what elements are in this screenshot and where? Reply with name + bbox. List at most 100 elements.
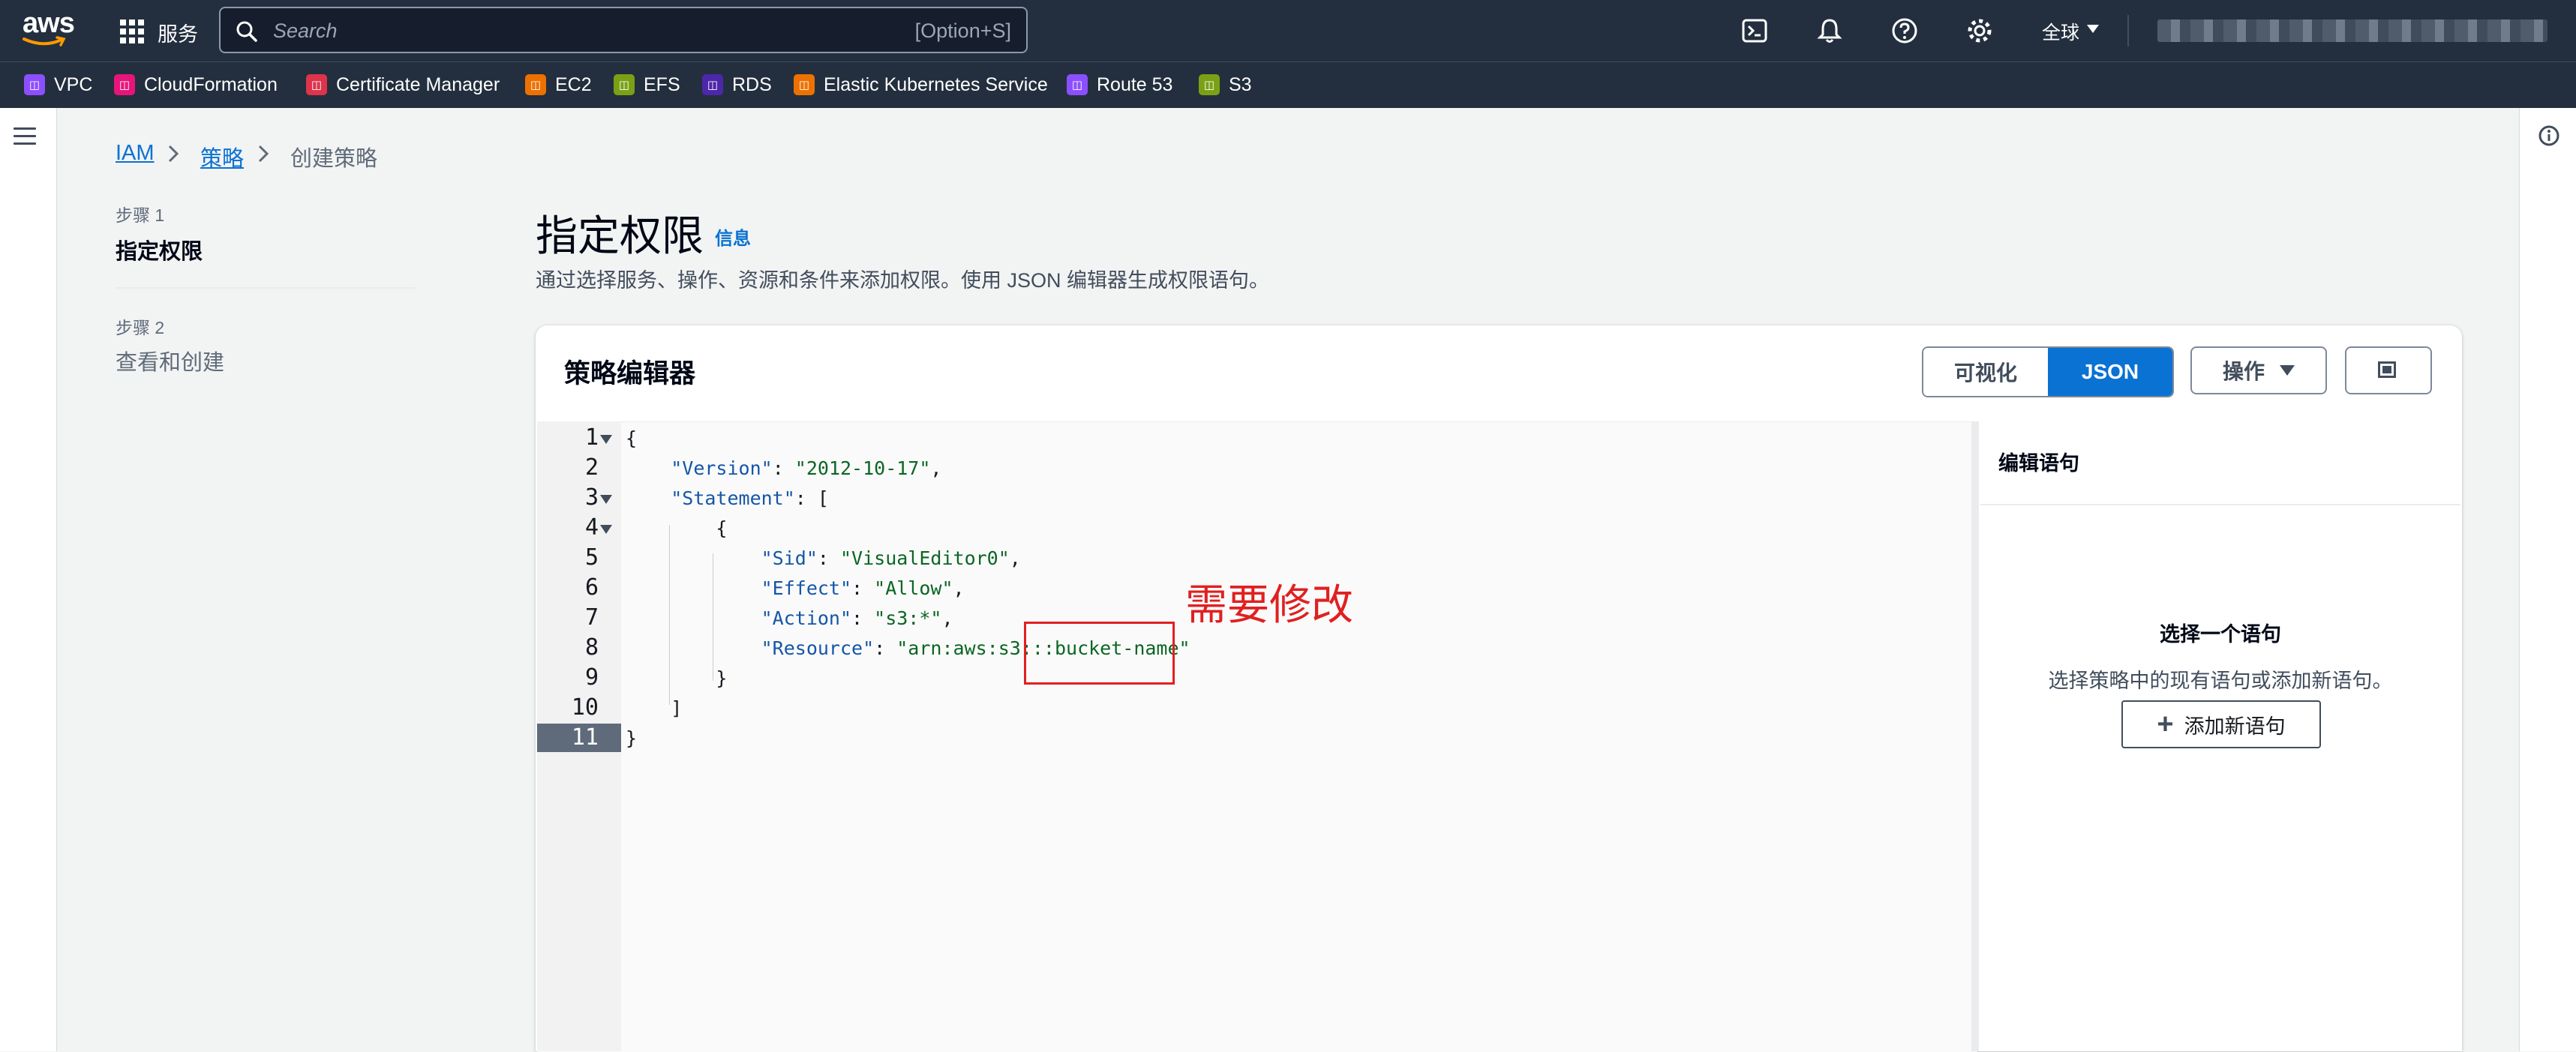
service-icon: ◫ [614,74,635,95]
favorite-label: CloudFormation [144,73,278,95]
page-description: 通过选择服务、操作、资源和条件来添加权限。使用 JSON 编辑器生成权限语句。 [536,269,1270,292]
service-icon: ◫ [525,74,546,95]
panel-split-handle[interactable] [1971,421,1979,1051]
chevron-down-icon [2087,25,2099,33]
fullscreen-icon [2378,361,2396,378]
step-1-number: 步骤 1 [116,205,165,225]
breadcrumb-policies[interactable]: 策略 [200,141,244,172]
help-icon[interactable] [1890,16,1919,45]
add-statement-button[interactable]: + 添加新语句 [2121,700,2321,748]
top-navigation: aws 服务 Search [Option+S] 全球 [0,0,2576,61]
line-number: 10 [571,694,599,721]
service-icon: ◫ [794,74,815,95]
code-line-5: "Sid": "VisualEditor0", [761,547,1021,569]
favorite-item[interactable]: ◫ EC2 [525,71,592,98]
chevron-right-icon [168,145,179,163]
favorite-item[interactable]: ◫ EFS [614,71,680,98]
code-line-1: { [626,427,638,449]
line-number: 4 [584,514,599,541]
bell-icon[interactable] [1815,16,1844,45]
search-shortcut: [Option+S] [914,19,1011,42]
add-statement-label: 添加新语句 [2184,715,2286,738]
fold-arrow-icon[interactable] [600,495,612,504]
json-mode-button[interactable]: JSON [2048,348,2172,396]
favorite-item[interactable]: ◫ Elastic Kubernetes Service [794,71,1048,98]
side-navigation-rail [0,108,57,1051]
line-number: 8 [584,634,599,661]
line-number: 2 [584,454,599,481]
breadcrumb-iam[interactable]: IAM [116,141,155,166]
code-line-7: "Action": "s3:*", [761,607,953,629]
favorite-item[interactable]: ◫ RDS [702,71,772,98]
cloudshell-icon[interactable] [1740,16,1769,45]
code-editor[interactable] [537,421,1977,1052]
search-input[interactable]: Search [Option+S] [219,7,1028,53]
step-2-number: 步骤 2 [116,318,165,337]
favorite-label: Route 53 [1097,73,1173,95]
search-placeholder: Search [273,19,338,42]
favorite-label: Certificate Manager [336,73,500,95]
fold-arrow-icon[interactable] [600,525,612,534]
code-line-6: "Effect": "Allow", [761,577,965,599]
favorite-item[interactable]: ◫ VPC [24,71,92,98]
info-link[interactable]: 信息 [715,223,751,250]
caret-down-icon [2280,365,2295,376]
step-divider [116,287,416,289]
code-line-4: { [716,517,728,539]
line-number: 1 [584,424,599,451]
line-number: 6 [584,574,599,601]
line-number: 3 [584,484,599,511]
line-number: 9 [584,664,599,691]
account-menu[interactable] [2157,19,2547,42]
step-1-title[interactable]: 指定权限 [116,234,203,265]
gear-icon[interactable] [1965,16,1994,45]
region-selector[interactable]: 全球 [2042,18,2079,45]
services-grid-icon[interactable] [120,19,144,43]
annotation-highlight-box [1024,622,1175,685]
page-title: 指定权限 [536,212,704,259]
favorite-item[interactable]: ◫ Route 53 [1067,71,1172,98]
favorite-label: S3 [1229,73,1252,95]
menu-icon[interactable] [14,127,36,145]
aws-logo[interactable]: aws [23,7,75,40]
line-number: 7 [584,604,599,631]
service-icon: ◫ [24,74,45,95]
aws-smile-icon [23,36,66,46]
actions-button[interactable]: 操作 [2190,346,2327,394]
favorite-item[interactable]: ◫ S3 [1199,71,1252,98]
favorite-label: EC2 [555,73,592,95]
service-icon: ◫ [114,74,135,95]
fold-arrow-icon[interactable] [600,435,612,444]
services-menu[interactable]: 服务 [158,18,198,47]
edit-statement-title: 编辑语句 [1998,452,2079,475]
code-line-2: "Version": "2012-10-17", [671,457,942,479]
fullscreen-button[interactable] [2345,346,2432,394]
favorite-item[interactable]: ◫ Certificate Manager [306,71,500,98]
code-line-3: "Statement": [ [671,487,829,509]
info-icon[interactable] [2538,124,2560,147]
empty-state-text: 选择策略中的现有语句或添加新语句。 [2048,670,2393,692]
service-icon: ◫ [1067,74,1088,95]
chevron-right-icon [258,145,269,163]
code-line-11: } [626,727,638,749]
policy-editor-title: 策略编辑器 [564,359,696,388]
service-icon: ◫ [1199,74,1220,95]
plus-icon: + [2157,709,2174,740]
favorite-label: RDS [732,73,772,95]
editor-mode-toggle: 可视化 JSON [1922,346,2174,397]
line-number: 5 [584,544,599,571]
breadcrumb-current: 创建策略 [290,147,378,171]
visual-mode-button[interactable]: 可视化 [1923,348,2048,396]
favorite-item[interactable]: ◫ CloudFormation [114,71,278,98]
favorite-label: EFS [644,73,680,95]
annotation-note: 需要修改 [1185,581,1353,628]
tools-panel-rail [2519,108,2576,1051]
code-line-9: } [716,667,728,689]
search-icon [236,21,257,42]
step-2-title: 查看和创建 [116,351,225,375]
code-line-10: ] [671,697,683,719]
favorite-label: Elastic Kubernetes Service [824,73,1048,95]
line-number: 11 [571,724,599,751]
service-icon: ◫ [306,74,327,95]
service-icon: ◫ [702,74,723,95]
